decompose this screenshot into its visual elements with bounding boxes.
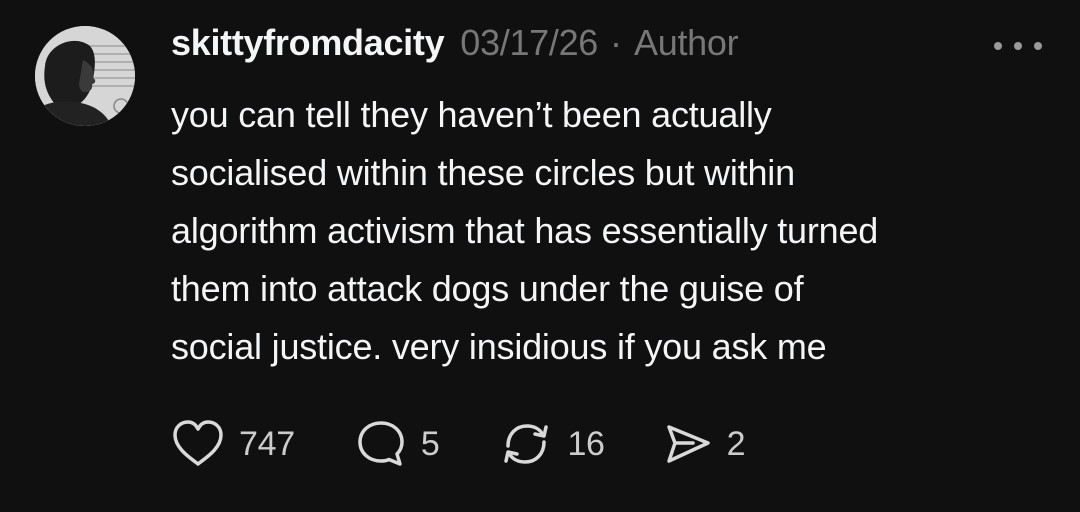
avatar[interactable] [35, 26, 135, 126]
like-count: 747 [239, 424, 295, 463]
send-icon [666, 425, 710, 463]
repost-count: 16 [567, 424, 605, 463]
separator-dot: · [610, 22, 623, 63]
post-body-line: algorithm activism that has essentially … [171, 210, 879, 251]
comment-icon [358, 421, 404, 466]
post-body-line: social justice. very insidious if you as… [171, 326, 827, 367]
more-horizontal-icon [994, 42, 1042, 50]
more-options-button[interactable] [990, 36, 1050, 56]
post-body-line: them into attack dogs under the guise of [171, 268, 804, 309]
avatar-photo [35, 26, 135, 126]
repost-button[interactable]: 16 [499, 418, 605, 470]
username[interactable]: skittyfromdacity [171, 22, 445, 64]
post-header: skittyfromdacity 03/17/26 · Author [171, 22, 739, 68]
share-button[interactable]: 2 [663, 419, 746, 469]
reply-count: 5 [420, 424, 440, 463]
like-button[interactable]: 747 [171, 419, 295, 469]
post-actions: 747 5 16 2 [171, 418, 746, 470]
post-body-line: socialised within these circles but with… [171, 152, 795, 193]
author-tag: Author [634, 22, 739, 63]
reply-button[interactable]: 5 [355, 418, 440, 470]
post-body: you can tell they haven’t been actually … [171, 86, 1051, 376]
post-body-line: you can tell they haven’t been actually [171, 94, 772, 135]
share-count: 2 [726, 424, 746, 463]
post-date: 03/17/26 [460, 22, 599, 63]
heart-icon [173, 420, 223, 466]
repost-icon [504, 424, 549, 464]
